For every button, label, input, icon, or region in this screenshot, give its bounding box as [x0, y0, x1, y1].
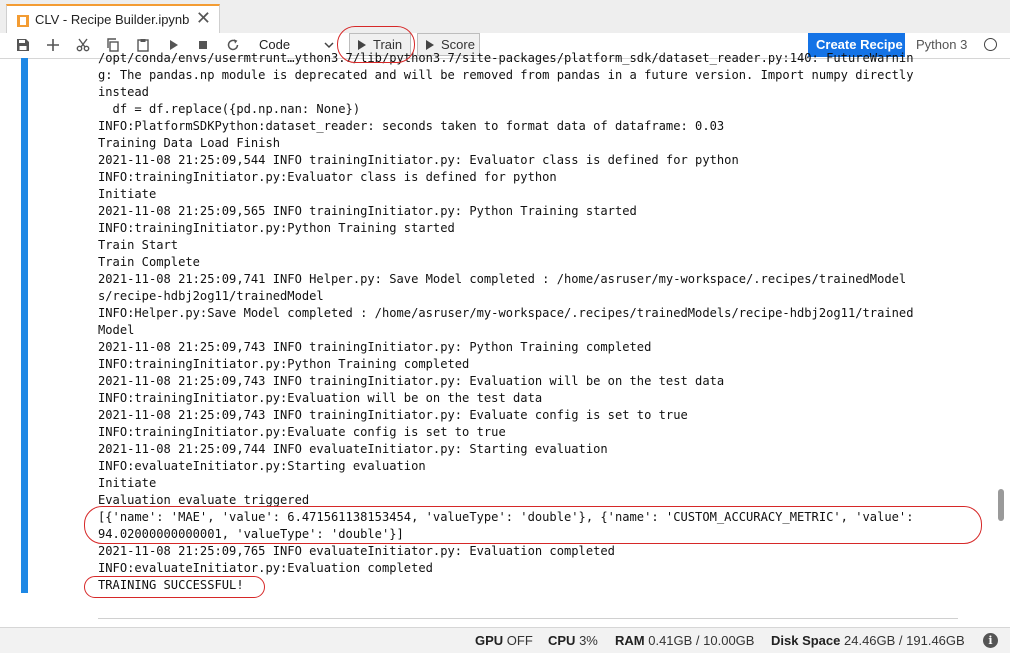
output-line: INFO:Helper.py:Save Model completed : /h… — [98, 306, 914, 320]
output-line: INFO:PlatformSDKPython:dataset_reader: s… — [98, 119, 725, 133]
output-line: 2021-11-08 21:25:09,744 INFO evaluateIni… — [98, 442, 608, 456]
output-line: 2021-11-08 21:25:09,743 INFO trainingIni… — [98, 374, 725, 388]
output-line: Train Complete — [98, 255, 200, 269]
add-cell-icon[interactable] — [42, 35, 64, 55]
output-line: Train Start — [98, 238, 179, 252]
active-cell-indicator[interactable] — [21, 58, 28, 593]
info-icon[interactable]: i — [983, 633, 998, 648]
output-line: 2021-11-08 21:25:09,565 INFO trainingIni… — [98, 204, 637, 218]
notebook-tab[interactable]: CLV - Recipe Builder.ipynb ✕ — [6, 4, 220, 33]
output-line: /opt/conda/envs/usermtrunt…ython3.7/lib/… — [98, 51, 914, 65]
output-line: df = df.replace({pd.np.nan: None}) — [98, 102, 361, 116]
output-line: INFO:trainingInitiator.py:Python Trainin… — [98, 221, 455, 235]
cell-divider — [98, 618, 958, 619]
gpu-status: GPU OFF — [475, 633, 533, 648]
tab-title: CLV - Recipe Builder.ipynb — [35, 12, 190, 27]
output-line: INFO:trainingInitiator.py:Evaluation wil… — [98, 391, 543, 405]
output-line: 2021-11-08 21:25:09,743 INFO trainingIni… — [98, 408, 688, 422]
train-highlight-annotation — [337, 26, 415, 63]
tab-bar: CLV - Recipe Builder.ipynb ✕ — [0, 0, 1010, 34]
disk-status: Disk Space 24.46GB / 191.46GB — [771, 633, 965, 648]
status-bar: GPU OFF CPU 3% RAM 0.41GB / 10.00GB Disk… — [0, 627, 1010, 653]
output-line: INFO:trainingInitiator.py:Evaluator clas… — [98, 170, 557, 184]
output-line: instead — [98, 85, 149, 99]
success-highlight-annotation — [84, 576, 265, 598]
output-line: Initiate — [98, 187, 157, 201]
output-line: INFO:trainingInitiator.py:Evaluate confi… — [98, 425, 506, 439]
metrics-highlight-annotation — [84, 506, 982, 544]
save-icon[interactable] — [12, 35, 34, 55]
scrollbar-thumb[interactable] — [998, 489, 1004, 521]
output-line: 2021-11-08 21:25:09,741 INFO Helper.py: … — [98, 272, 907, 286]
play-icon — [426, 40, 434, 50]
cpu-status: CPU 3% — [548, 633, 598, 648]
output-line: Training Data Load Finish — [98, 136, 281, 150]
kernel-status-icon — [984, 38, 997, 51]
output-line: 2021-11-08 21:25:09,544 INFO trainingIni… — [98, 153, 739, 167]
output-line: Model — [98, 323, 135, 337]
output-line: 2021-11-08 21:25:09,743 INFO trainingIni… — [98, 340, 652, 354]
cut-icon[interactable] — [72, 35, 94, 55]
output-line: INFO:evaluateInitiator.py:Evaluation com… — [98, 561, 433, 575]
ram-status: RAM 0.41GB / 10.00GB — [615, 633, 755, 648]
close-icon[interactable]: ✕ — [196, 9, 211, 27]
output-line: INFO:trainingInitiator.py:Python Trainin… — [98, 357, 470, 371]
jupyter-notebook-icon — [17, 15, 29, 27]
output-line: 2021-11-08 21:25:09,765 INFO evaluateIni… — [98, 544, 615, 558]
output-line: Initiate — [98, 476, 157, 490]
output-line: s/recipe-hdbj2og11/trainedModel — [98, 289, 324, 303]
output-line: g: The pandas.np module is deprecated an… — [98, 68, 914, 82]
output-line: INFO:evaluateInitiator.py:Starting evalu… — [98, 459, 426, 473]
kernel-name[interactable]: Python 3 — [916, 37, 967, 52]
